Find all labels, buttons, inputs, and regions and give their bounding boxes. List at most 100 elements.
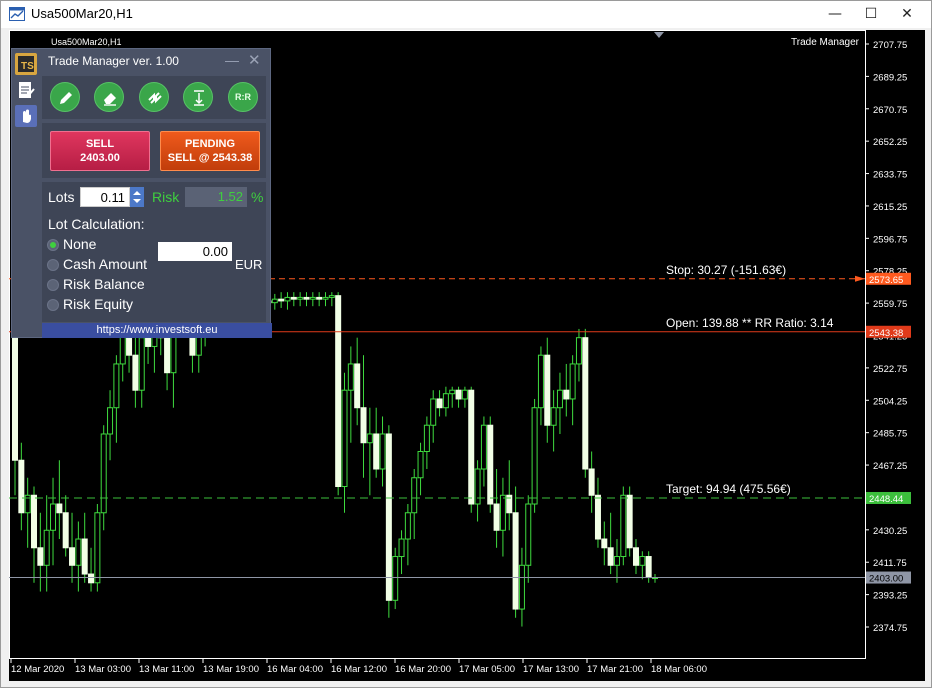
candle-body (62, 512, 69, 549)
notes-icon[interactable] (15, 79, 37, 101)
sell-label: SELL (85, 138, 115, 150)
radio-none[interactable] (47, 239, 59, 251)
maximize-button[interactable]: ☐ (853, 1, 889, 28)
candle-body (411, 477, 418, 514)
candle-body (436, 398, 443, 409)
candle-body (335, 295, 342, 488)
time-tick-label: 18 Mar 06:00 (651, 664, 707, 675)
close-button[interactable]: ✕ (889, 1, 925, 28)
candle-body (582, 337, 589, 470)
candle-body (512, 512, 519, 610)
option-cash-amount-label: Cash Amount (63, 256, 148, 272)
candle-body (430, 398, 437, 426)
candle-body (328, 295, 335, 298)
price-tick-label: 2615.25 (873, 202, 907, 213)
open-line-label: Open: 139.88 ** RR Ratio: 3.14 (666, 316, 834, 330)
candle-body (544, 354, 551, 426)
candle-body (404, 512, 411, 540)
ts-logo-icon[interactable]: TS (15, 53, 37, 75)
chart-window-icon (9, 7, 25, 21)
panel-header[interactable]: Trade Manager ver. 1.00 — ✕ (40, 49, 270, 73)
price-tick-label: 2393.25 (873, 591, 907, 602)
time-tick-label: 16 Mar 20:00 (395, 664, 451, 675)
price-tick-label: 2504.25 (873, 396, 907, 407)
panel-close-button[interactable]: ✕ (248, 51, 261, 69)
candle-body (309, 296, 316, 300)
candle-body (569, 363, 576, 400)
candle-body (455, 389, 462, 400)
terminal-window: Usa500Mar20,H1 — ☐ ✕ Usa500Mar20,H1 2707.… (0, 0, 932, 688)
radio-risk-balance[interactable] (47, 279, 59, 291)
candle-body (75, 538, 82, 566)
candle-body (316, 296, 323, 300)
candle-body (537, 354, 544, 409)
current-price-label: 2403.00 (869, 574, 903, 585)
candle-body (499, 494, 506, 531)
candle-body (379, 433, 386, 470)
candle-body (88, 573, 95, 584)
price-tick-label: 2633.75 (873, 170, 907, 181)
price-tick-label: 2430.25 (873, 526, 907, 537)
option-none-label: None (63, 236, 97, 252)
risk-label: Risk (152, 189, 180, 205)
candle-body (341, 389, 348, 488)
candle-body (525, 503, 532, 566)
time-tick-label: 16 Mar 12:00 (331, 664, 387, 675)
candle-body (18, 459, 25, 514)
rr-ratio-button[interactable]: R:R (228, 82, 258, 112)
candle-body (620, 494, 627, 558)
lots-input[interactable]: 0.11 (80, 187, 130, 207)
price-chart[interactable]: Usa500Mar20,H1 2707.75 2689.25 2670.75 2652.… (9, 30, 925, 681)
radio-cash-amount[interactable] (47, 259, 59, 271)
price-tick-label: 2522.75 (873, 364, 907, 375)
risk-input[interactable]: 1.52 (185, 187, 247, 207)
candle-body (290, 296, 297, 300)
minimize-button[interactable]: — (817, 1, 853, 28)
candle-body (322, 296, 329, 300)
candle-body (164, 337, 171, 374)
candle-body (69, 547, 76, 566)
lot-calculation-label: Lot Calculation: (48, 216, 145, 232)
order-buttons: SELL 2403.00 PENDING SELL @ 2543.38 (42, 123, 266, 178)
candle-body (94, 512, 101, 584)
title-bar: Usa500Mar20,H1 — ☐ ✕ (1, 1, 931, 28)
price-tick-label: 2374.75 (873, 623, 907, 634)
eraser-icon[interactable] (94, 82, 124, 112)
hand-icon[interactable] (15, 105, 37, 127)
breakeven-icon[interactable] (183, 82, 213, 112)
stop-line-label: Stop: 30.27 (-151.63€) (666, 263, 786, 277)
candle-body (493, 503, 500, 531)
risk-unit: % (251, 189, 264, 205)
candle-body (278, 298, 285, 302)
sell-button[interactable]: SELL 2403.00 (50, 131, 150, 171)
candle-body (392, 556, 399, 601)
pending-sell-button[interactable]: PENDING SELL @ 2543.38 (160, 131, 260, 171)
candle-body (81, 538, 88, 575)
time-tick-label: 17 Mar 13:00 (523, 664, 579, 675)
price-tick-label: 2411.75 (873, 558, 907, 569)
candle-body (385, 433, 392, 601)
candle-body (132, 354, 139, 391)
candle-body (347, 363, 354, 391)
trade-manager-brand: Trade Manager (791, 37, 859, 48)
lot-settings: Lots 0.11 Risk 1.52 % Lot Calculation: N… (42, 182, 266, 322)
lots-stepper[interactable] (130, 187, 144, 207)
candle-body (487, 424, 494, 505)
target-line-label: Target: 94.94 (475.56€) (666, 482, 791, 496)
candle-body (468, 389, 475, 505)
trade-manager-panel: TS Trade Manager ver. 1.00 — ✕ R:R SELL … (11, 48, 272, 338)
panel-sidebar: TS (12, 49, 40, 324)
stop-price-label: 2573.65 (869, 275, 903, 286)
website-link[interactable]: https://www.investsoft.eu (42, 323, 272, 338)
radio-risk-equity[interactable] (47, 299, 59, 311)
candle-body (37, 547, 44, 566)
candle-body (449, 389, 456, 395)
cash-amount-input[interactable]: 0.00 (158, 242, 232, 261)
candle-body (626, 494, 633, 549)
panel-minimize-button[interactable]: — (225, 52, 239, 68)
candle-body (423, 424, 430, 452)
candle-body (366, 433, 373, 444)
pencil-icon[interactable] (50, 82, 80, 112)
reverse-icon[interactable] (139, 82, 169, 112)
price-tick-label: 2559.75 (873, 299, 907, 310)
